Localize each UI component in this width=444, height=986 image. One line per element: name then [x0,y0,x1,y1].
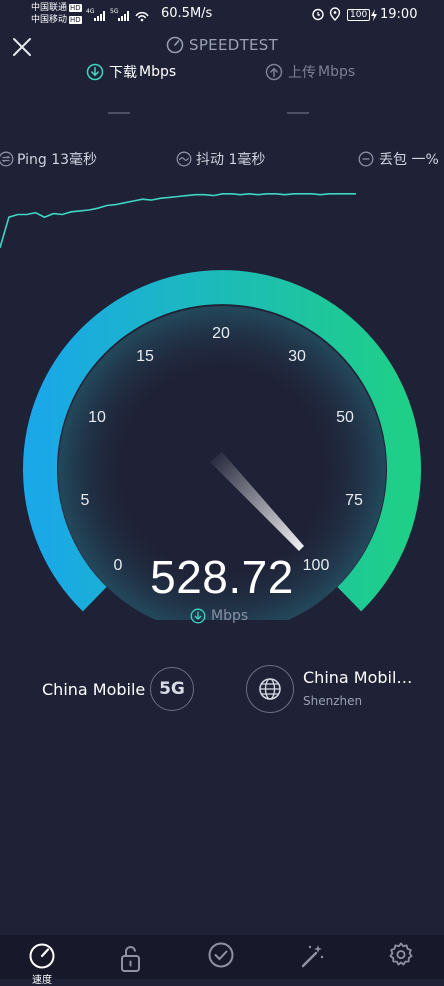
gauge-tick-75: 75 [345,492,363,509]
globe-icon [259,678,281,700]
gauge-tick-5: 5 [81,492,90,509]
gauge-tick-15: 15 [136,348,154,365]
gauge-tick-10: 10 [88,409,106,426]
net-badge-5g: 5G [110,8,119,15]
signal-bars-1-icon [94,11,105,21]
download-result-placeholder [108,112,130,114]
speed-graph [0,192,356,249]
alarm-location-icons [312,7,341,21]
battery-indicator: 100 [347,9,371,21]
tab-upload[interactable]: 上传 Mbps [265,62,355,82]
hd-badge-1: HD [69,4,82,12]
vpn-lock-icon[interactable] [118,943,144,973]
tab-upload-label: 上传 [288,65,316,81]
server-city: Shenzhen [303,694,363,708]
close-icon[interactable] [12,37,32,57]
carrier-1: 中国联通 HD [31,3,82,14]
tab-upload-unit: Mbps [318,64,356,80]
speed-unit-label: Mbps [211,608,249,624]
magic-wand-icon[interactable] [298,941,326,969]
upload-icon [265,63,283,81]
network-type-badge: 5G [150,667,194,711]
speed-unit: Mbps [190,608,248,624]
carrier-1-label: 中国联通 [31,3,68,13]
app-title: SPEEDTEST [189,36,279,54]
wifi-icon [135,11,149,19]
carrier-2: 中国移动 HD [31,15,82,26]
speedometer-icon [29,943,55,969]
upload-result-placeholder [287,112,309,114]
gauge-tick-20: 20 [212,325,230,342]
tab-download-unit: Mbps [139,64,177,80]
app-header: SPEEDTEST [166,36,278,54]
download-small-icon [190,608,206,624]
gauge-tick-50: 50 [336,409,354,426]
check-circle-icon[interactable] [207,941,235,969]
settings-icon[interactable] [387,941,415,969]
tab-download-label: 下载 [109,65,137,81]
server-name[interactable]: China Mobil… [303,668,412,687]
speed-series-line [0,192,356,249]
current-speed-value: 528.72 [150,551,294,603]
carrier-2-label: 中国移动 [31,15,68,25]
network-speed: 60.5M/s [161,6,213,21]
tab-download[interactable]: 下载 Mbps [86,62,176,82]
alarm-icon [312,8,324,21]
isp-name: China Mobile [42,680,146,699]
speedometer-logo-icon [166,36,184,54]
charging-icon [371,9,377,21]
nav-item-speed[interactable]: 速度 [22,941,62,986]
download-icon [86,63,104,81]
hd-badge-2: HD [69,16,82,24]
clock-time: 19:00 [380,7,418,22]
signal-bars-2-icon [118,11,129,21]
location-icon [329,7,341,21]
server-button[interactable] [246,665,294,713]
status-bar: 中国联通 HD 中国移动 HD 4G 5G 60.5M/s 100 19:00 [0,0,444,30]
gauge-tick-30: 30 [288,348,306,365]
bottom-navigation: 速度 [0,935,444,986]
net-badge-4g: 4G [86,8,95,15]
signal-icons: 4G 5G [86,8,149,22]
